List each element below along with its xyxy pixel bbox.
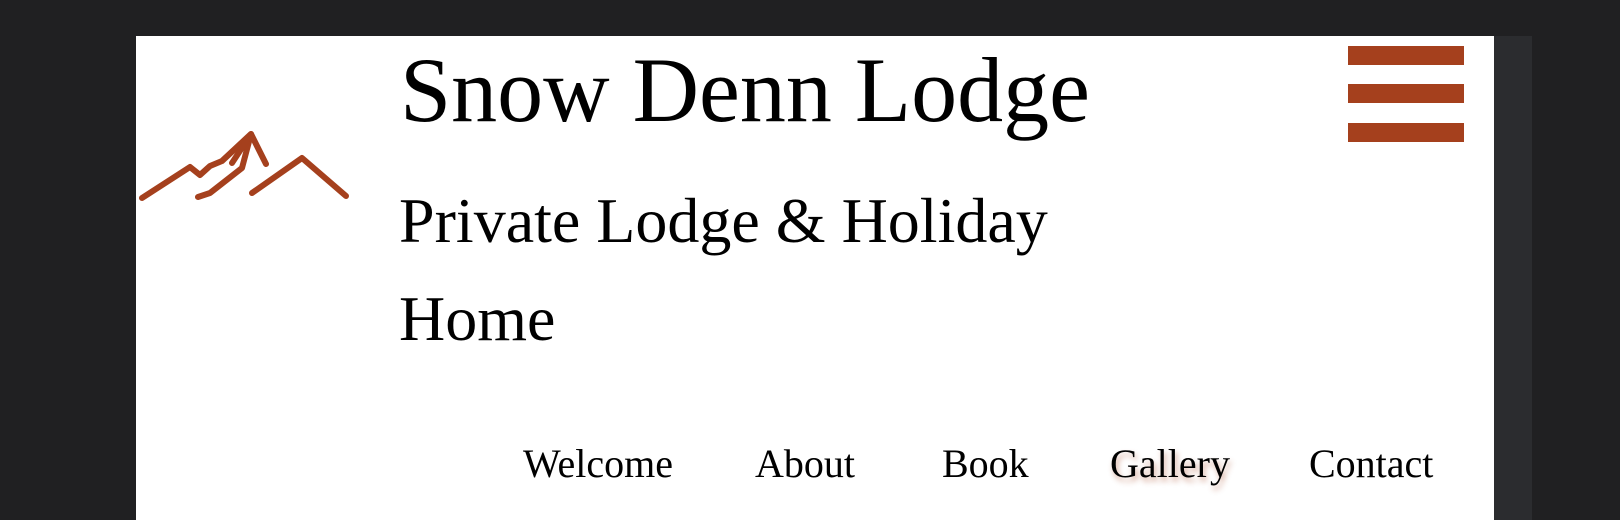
menu-bar-bottom (1348, 123, 1464, 142)
nav-link-welcome[interactable]: Welcome (523, 436, 673, 492)
nav-link-gallery[interactable]: Gallery (1110, 436, 1230, 492)
page-scrollbar[interactable] (1494, 36, 1532, 520)
nav-link-contact[interactable]: Contact (1309, 436, 1433, 492)
mountain-logo-icon[interactable] (138, 76, 358, 226)
menu-bar-middle (1348, 84, 1464, 103)
nav-link-about[interactable]: About (755, 436, 855, 492)
site-title: Snow Denn Lodge (400, 39, 1090, 141)
menu-bar-top (1348, 46, 1464, 65)
main-navigation: Welcome About Book Gallery Contact (136, 436, 1494, 492)
nav-link-book[interactable]: Book (942, 436, 1029, 492)
hamburger-menu-icon[interactable] (1348, 46, 1464, 142)
page-header: Snow Denn Lodge Private Lodge & Holiday … (136, 36, 1494, 520)
site-subtitle: Private Lodge & Holiday Home (399, 185, 1048, 354)
